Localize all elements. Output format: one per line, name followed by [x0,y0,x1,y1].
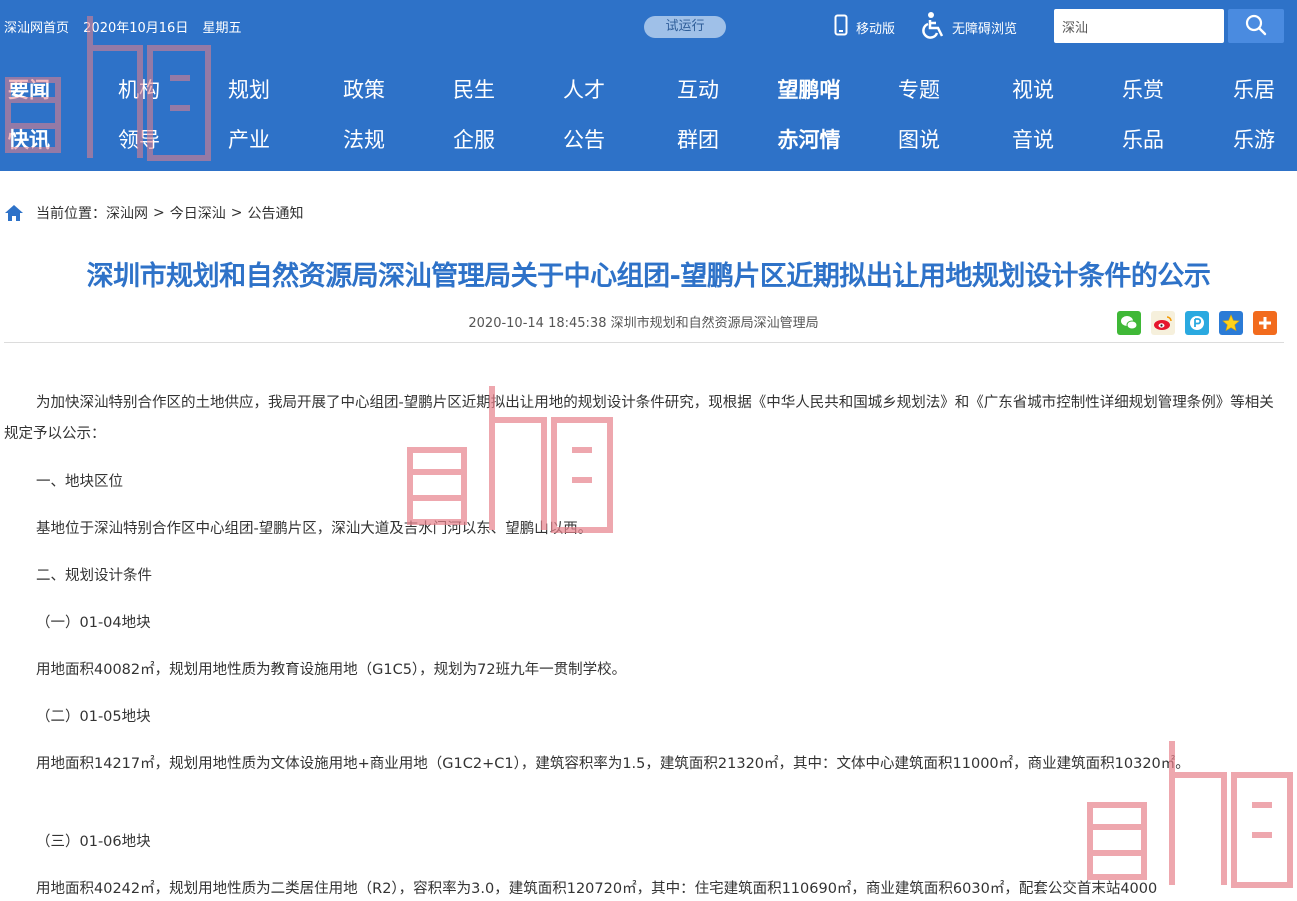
nav-item[interactable]: 互动 [677,74,719,104]
nav-item[interactable]: 望鹏哨 [778,74,841,104]
trial-badge: 试运行 [644,16,726,38]
accessible-browsing-label: 无障碍浏览 [952,21,1018,37]
search-input[interactable] [1054,9,1224,43]
article-paragraph: （二）01-05地块 [36,709,151,725]
mobile-version-label: 移动版 [856,21,896,37]
nav-item[interactable]: 人才 [563,74,605,104]
current-weekday: 星期五 [202,21,242,36]
mobile-phone-icon [834,14,848,40]
nav-item[interactable]: 赤河情 [778,124,841,154]
nav-item[interactable]: 快讯 [8,124,50,154]
nav-item[interactable]: 民生 [453,74,495,104]
nav-item[interactable]: 视说 [1012,74,1054,104]
nav-item[interactable]: 机构 [118,74,160,104]
breadcrumb-link[interactable]: 公告通知 [247,203,303,223]
breadcrumb-separator: > [153,205,165,221]
breadcrumb: 当前位置： 深汕网 > 今日深汕 > 公告通知 [4,202,303,224]
accessible-browsing-link[interactable]: 无障碍浏览 [922,12,1017,42]
article-paragraph: 用地面积40242㎡，规划用地性质为二类居住用地（R2），容积率为3.0，建筑面… [36,881,1158,897]
nav-item[interactable]: 乐赏 [1122,74,1164,104]
breadcrumb-prefix: 当前位置： [36,206,106,222]
nav-item[interactable]: 乐品 [1122,124,1164,154]
nav-item[interactable]: 乐游 [1233,124,1275,154]
home-link[interactable]: 深汕网首页 [4,21,69,36]
top-bar-left: 深汕网首页 2020年10月16日 星期五 [4,17,251,36]
nav-item[interactable]: 图说 [898,124,940,154]
nav-item[interactable]: 产业 [228,124,270,154]
wheelchair-icon [922,11,948,43]
nav-item[interactable]: 规划 [228,74,270,104]
search-button[interactable] [1228,9,1284,43]
qzone-icon[interactable] [1185,311,1209,335]
article-paragraph: 基地位于深汕特别合作区中心组团-望鹏片区，深汕大道及吉水门河以东、望鹏山以西。 [36,521,593,537]
article-title: 深圳市规划和自然资源局深汕管理局关于中心组团-望鹏片区近期拟出让用地规划设计条件… [86,261,1211,292]
current-date: 2020年10月16日 [83,21,189,36]
nav-item[interactable]: 政策 [343,74,385,104]
share-bar [1117,311,1277,335]
breadcrumb-separator: > [230,205,243,221]
mobile-version-link[interactable]: 移动版 [834,14,895,40]
article-paragraph: 二、规划设计条件 [36,568,152,584]
article-meta: 2020-10-14 18:45:38 深圳市规划和自然资源局深汕管理局 [468,316,819,331]
breadcrumb-link[interactable]: 今日深汕 [170,203,226,223]
nav-item[interactable]: 专题 [898,74,940,104]
nav-item[interactable]: 企服 [453,124,495,154]
more-icon[interactable] [1253,311,1277,335]
nav-item[interactable]: 法规 [343,124,385,154]
weibo-icon[interactable] [1151,311,1175,335]
favorite-icon[interactable] [1219,311,1243,335]
breadcrumb-link[interactable]: 深汕网 [106,203,148,223]
article-paragraph: （一）01-04地块 [36,615,151,631]
search-icon [1245,14,1267,39]
main-nav: 要闻 机构 规划 政策 民生 人才 互动 望鹏哨 专题 视说 乐赏 乐居 快讯 … [0,62,1297,162]
article-paragraph: 用地面积40082㎡，规划用地性质为教育设施用地（G1C5），规划为72班九年一… [36,662,627,678]
article-paragraph: （三）01-06地块 [36,834,151,850]
site-header: 深汕网首页 2020年10月16日 星期五 试运行 移动版 无障碍浏览 要闻 机… [0,0,1297,171]
wechat-icon[interactable] [1117,311,1141,335]
title-divider [4,342,1284,343]
nav-item[interactable]: 音说 [1012,124,1054,154]
article-paragraph: 一、地块区位 [36,474,123,490]
nav-item[interactable]: 领导 [118,124,160,154]
article-paragraph: 用地面积14217㎡，规划用地性质为文体设施用地+商业用地（G1C2+C1），建… [36,756,1190,772]
home-icon[interactable] [4,204,24,222]
top-bar: 深汕网首页 2020年10月16日 星期五 试运行 移动版 无障碍浏览 [0,0,1297,52]
nav-item[interactable]: 公告 [563,124,605,154]
article-paragraph: 为加快深汕特别合作区的土地供应，我局开展了中心组团-望鹏片区近期拟出让用地的规划… [4,395,1274,442]
nav-item[interactable]: 乐居 [1233,74,1275,104]
nav-item[interactable]: 群团 [677,124,719,154]
nav-item[interactable]: 要闻 [8,74,50,104]
